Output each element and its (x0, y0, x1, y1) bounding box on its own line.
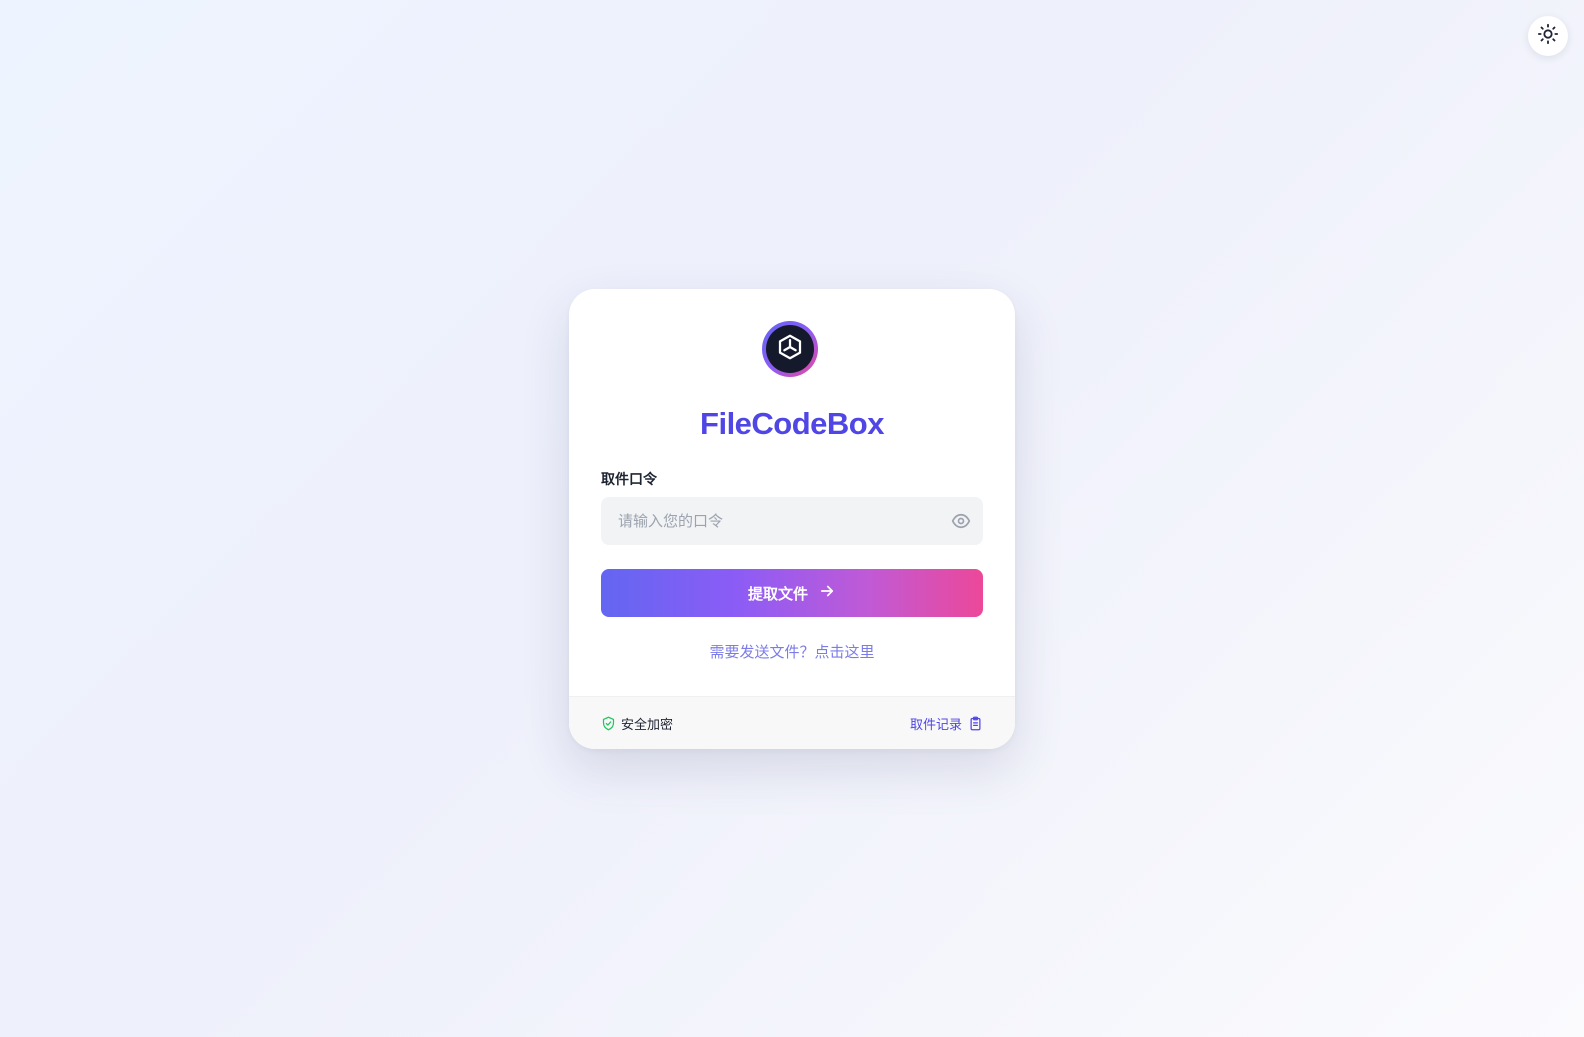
retrieve-records-link[interactable]: 取件记录 (910, 714, 983, 733)
retrieve-file-label: 提取文件 (747, 584, 808, 603)
code-input-wrapper (601, 497, 983, 545)
code-input[interactable] (601, 497, 938, 545)
arrow-right-icon (818, 582, 836, 604)
app-logo (762, 321, 818, 377)
retrieve-file-button[interactable]: 提取文件 (601, 569, 983, 617)
sun-icon (1537, 23, 1559, 49)
eye-icon[interactable] (951, 511, 971, 531)
retrieve-card: FileCodeBox 取件口令 提取文件 需要发送文件？点击这里 安全加密 取… (569, 289, 1015, 749)
secure-badge: 安全加密 (601, 714, 673, 733)
theme-toggle-button[interactable] (1528, 16, 1568, 56)
card-footer: 安全加密 取件记录 (569, 696, 1015, 749)
cube-icon (775, 332, 805, 366)
code-label: 取件口令 (601, 472, 657, 488)
secure-label: 安全加密 (621, 718, 674, 733)
records-label: 取件记录 (909, 718, 962, 733)
app-title: FileCodeBox (700, 406, 884, 441)
shield-check-icon (601, 716, 616, 731)
send-file-link[interactable]: 需要发送文件？点击这里 (569, 641, 1015, 662)
clipboard-icon (968, 716, 983, 731)
